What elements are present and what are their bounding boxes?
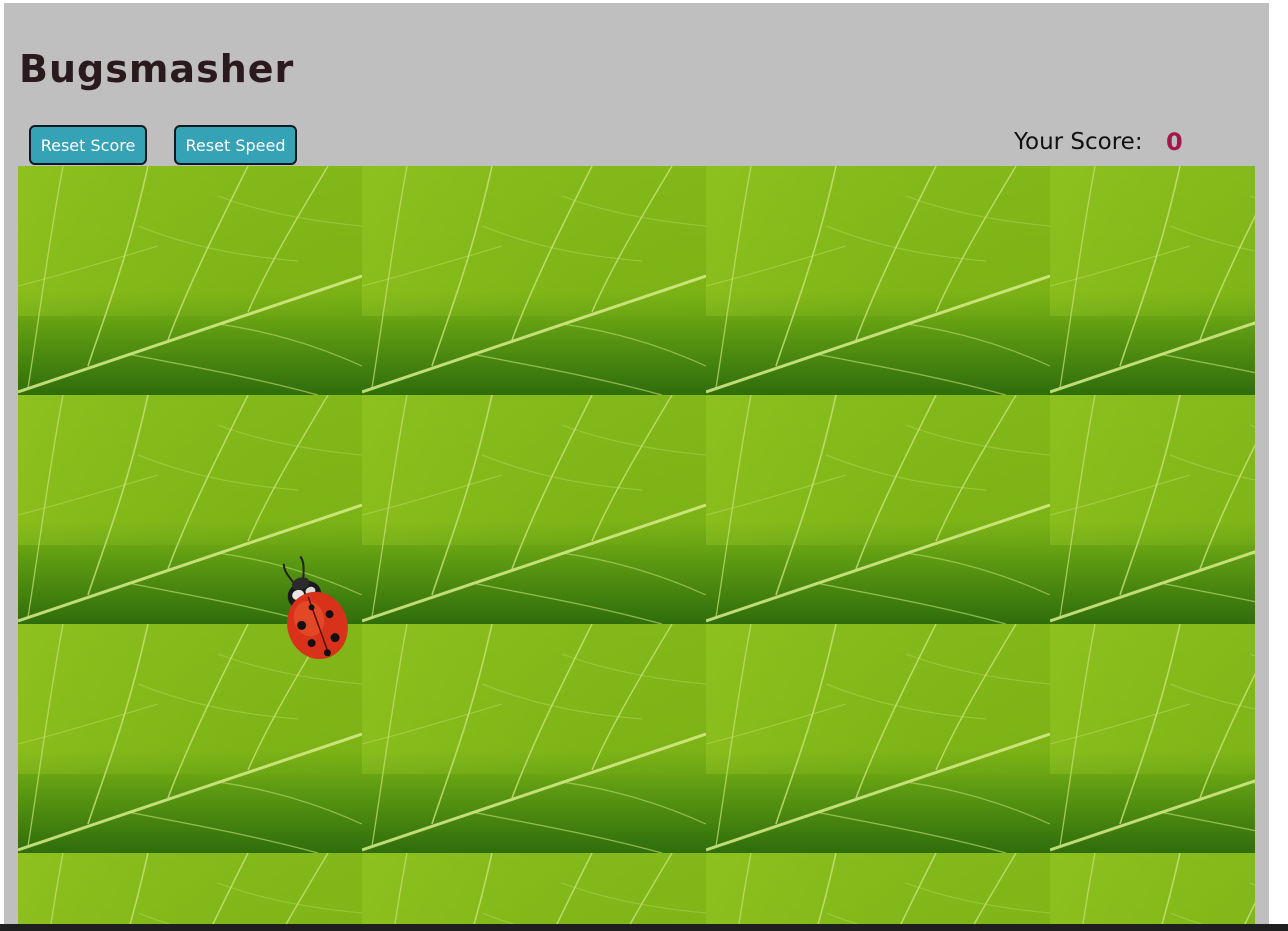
game-title: Bugsmasher [19, 47, 295, 91]
reset-score-button[interactable]: Reset Score [29, 125, 147, 165]
score-label: Your Score: [1014, 129, 1143, 155]
window-edge [1269, 0, 1288, 924]
leaf-background [18, 166, 1255, 924]
taskbar [0, 924, 1288, 931]
score-value: 0 [1166, 128, 1183, 156]
game-page: Bugsmasher Reset Score Reset Speed Your … [4, 3, 1269, 924]
game-board[interactable] [18, 166, 1255, 924]
reset-speed-button[interactable]: Reset Speed [174, 125, 297, 165]
